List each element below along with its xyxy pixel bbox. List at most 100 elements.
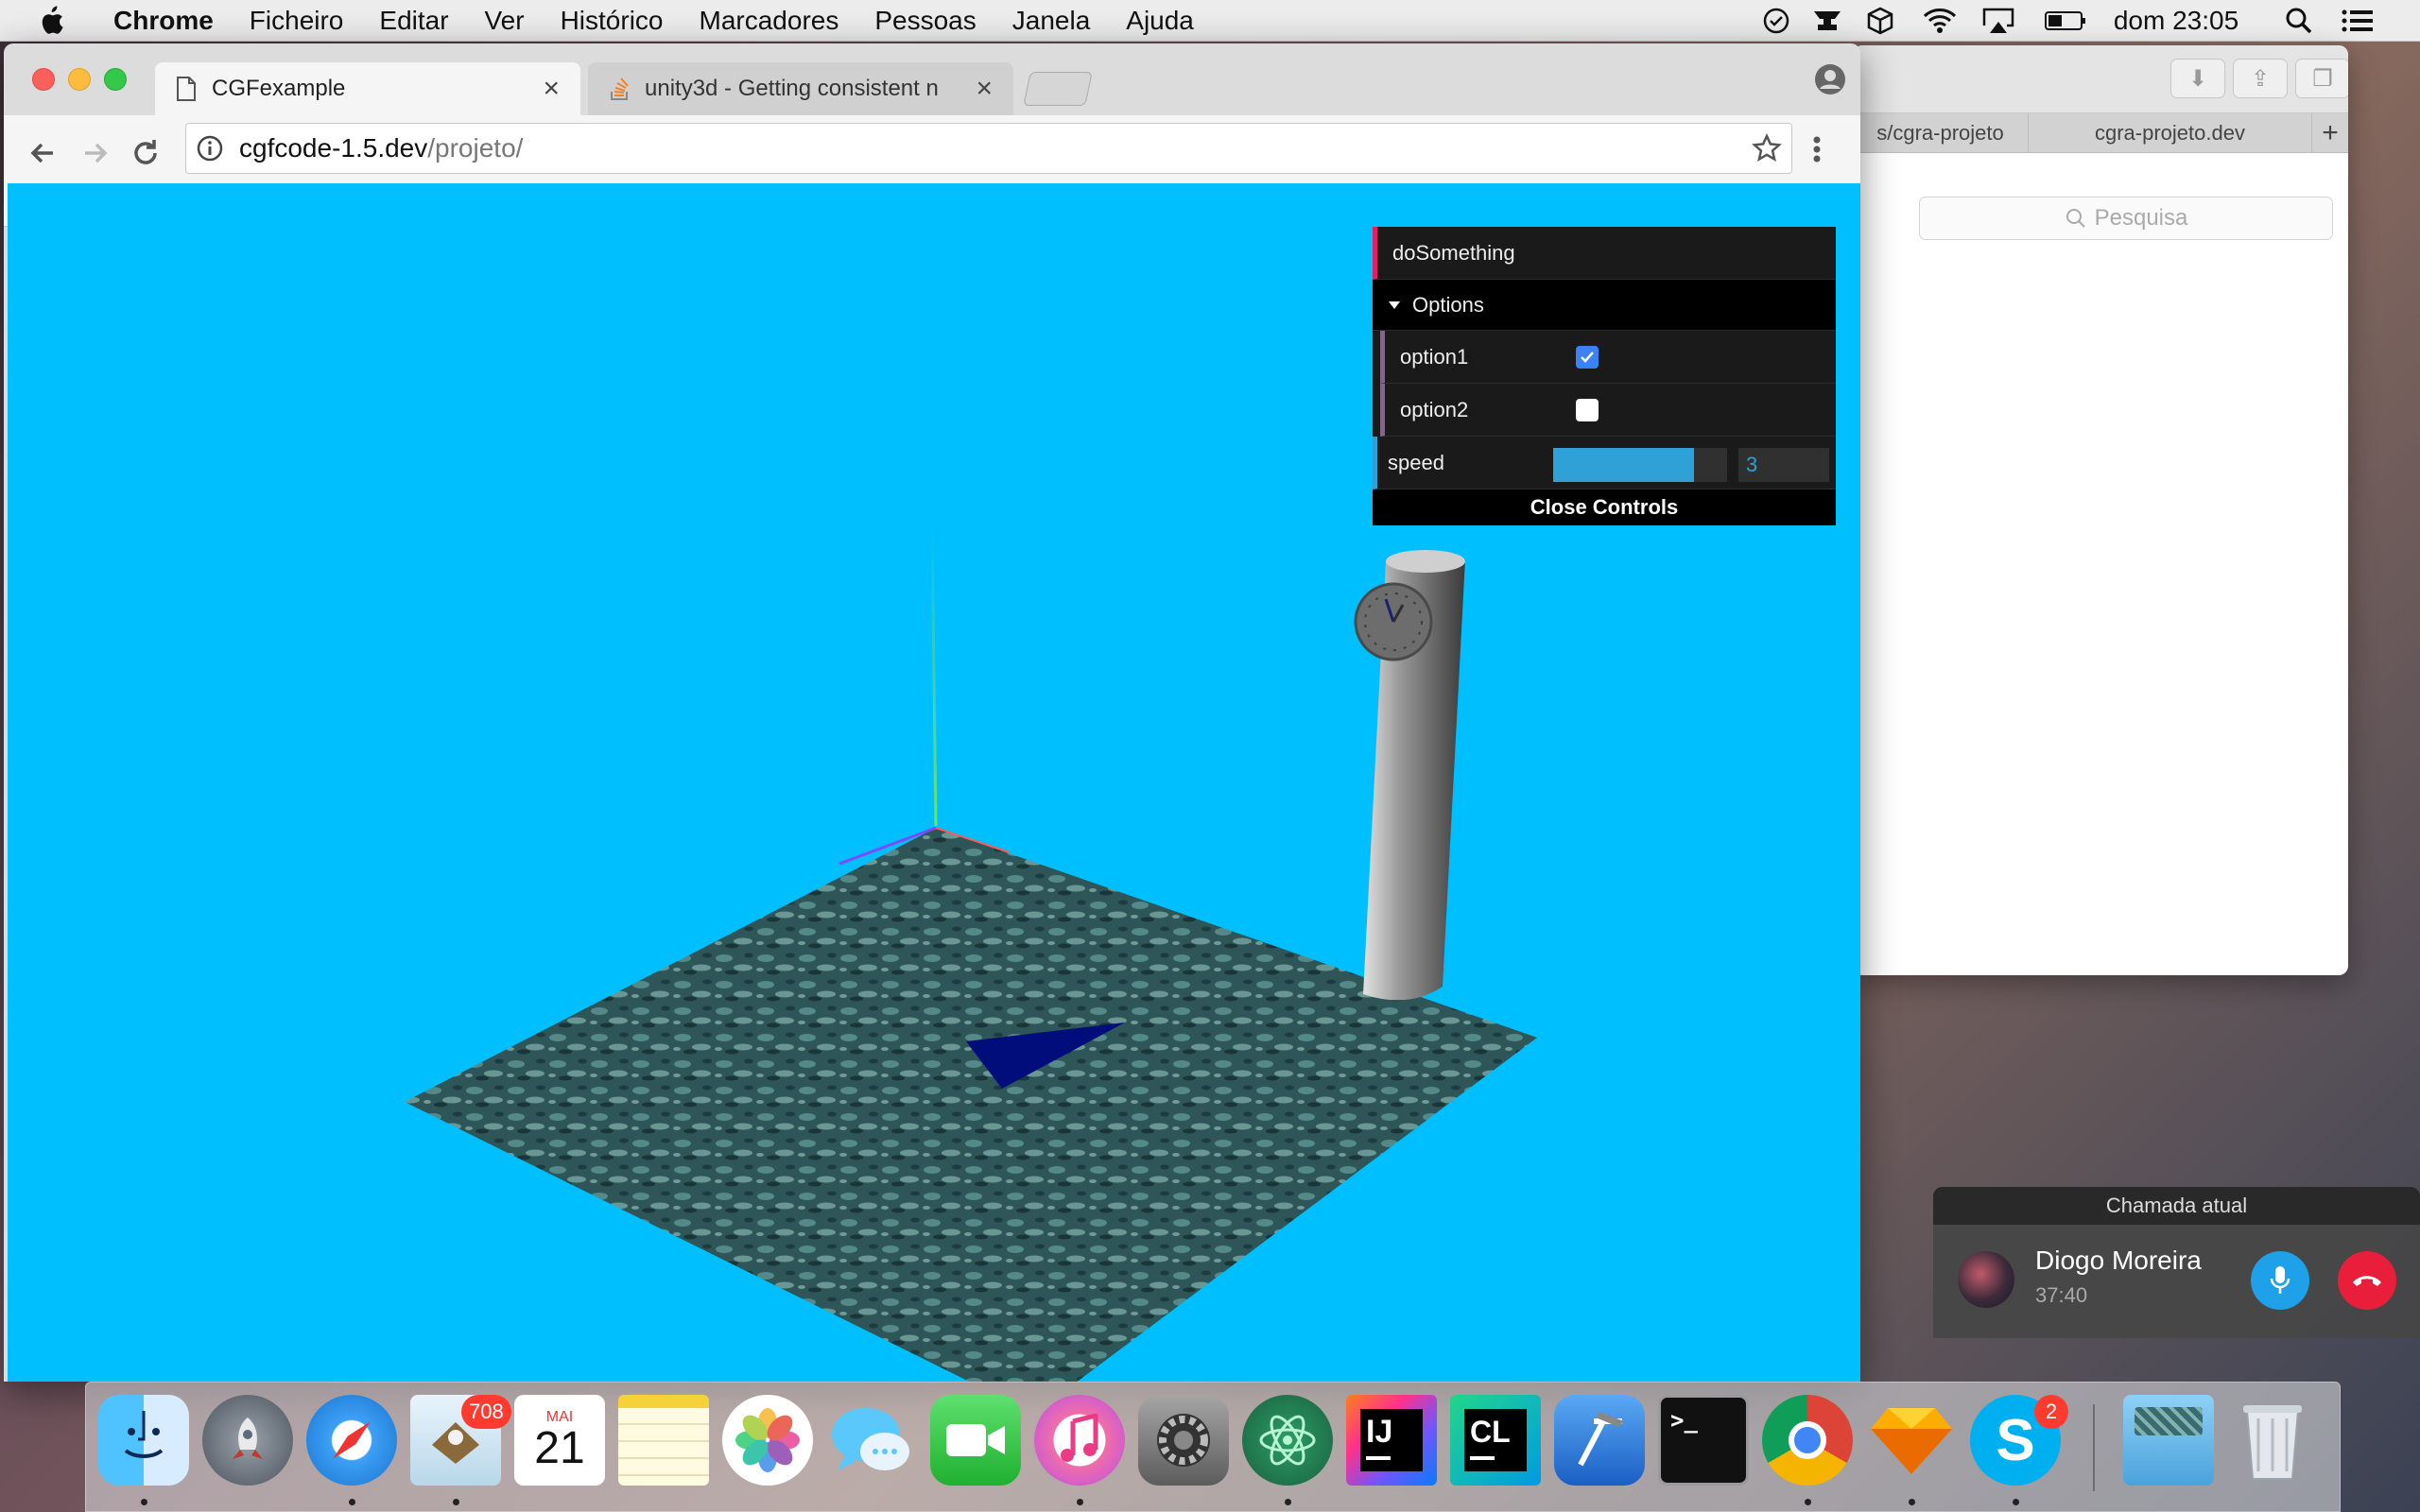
menu-ficheiro[interactable]: Ficheiro: [250, 6, 344, 36]
anvil-icon[interactable]: [1811, 0, 1843, 42]
calendar-icon[interactable]: MAI 21: [514, 1395, 605, 1486]
tab-title: unity3d - Getting consistent n: [645, 76, 939, 101]
reload-icon[interactable]: [125, 132, 166, 174]
dock-separator: [2093, 1404, 2095, 1491]
box-icon[interactable]: [1864, 0, 1896, 42]
background-window-toolbar: ⬇ ⇪ ❐: [1853, 45, 2348, 113]
back-icon[interactable]: [23, 132, 64, 174]
tab-close-button[interactable]: ×: [976, 73, 993, 105]
options-folder-title: Options: [1388, 293, 1484, 318]
clock[interactable]: dom 23:05: [2110, 0, 2242, 42]
downloads-folder-icon[interactable]: [2123, 1395, 2214, 1486]
menu-editar[interactable]: Editar: [379, 6, 448, 36]
app-menu[interactable]: Chrome: [113, 6, 214, 36]
checkmark-icon: [1581, 352, 1594, 363]
tab-cgfexample[interactable]: CGFexample ×: [155, 62, 580, 115]
finder-running-dot: [141, 1499, 147, 1505]
new-tab-button[interactable]: +: [2312, 113, 2348, 153]
search-icon: [2066, 209, 2085, 228]
menu-marcadores[interactable]: Marcadores: [700, 6, 839, 36]
facetime-icon[interactable]: [930, 1395, 1021, 1486]
xcode-icon[interactable]: [1554, 1395, 1645, 1486]
background-tab-2[interactable]: cgra-projeto.dev: [2029, 113, 2312, 153]
photos-icon[interactable]: [722, 1395, 813, 1486]
zoom-window-button[interactable]: [104, 68, 127, 91]
option1-checkbox[interactable]: [1576, 346, 1599, 369]
forward-icon[interactable]: [74, 132, 115, 174]
apple-icon[interactable]: [38, 5, 64, 36]
microphone-button[interactable]: [2251, 1251, 2309, 1310]
chrome-icon-center: [1789, 1421, 1826, 1459]
close-controls-button[interactable]: Close Controls: [1373, 490, 1836, 525]
tab-close-button[interactable]: ×: [543, 73, 560, 105]
wifi-icon[interactable]: [1919, 0, 1961, 42]
task-check-icon[interactable]: [1760, 0, 1792, 42]
info-icon[interactable]: [196, 134, 224, 163]
terminal-prompt: >_: [1670, 1407, 1698, 1434]
y-axis-line: [930, 523, 938, 827]
trash-icon[interactable]: [2227, 1395, 2318, 1486]
notes-icon[interactable]: [618, 1395, 709, 1486]
terminal-icon[interactable]: >_: [1658, 1395, 1749, 1486]
share-icon[interactable]: ⇪: [2233, 59, 2288, 98]
menu-historico[interactable]: Histórico: [561, 6, 664, 36]
clion-icon[interactable]: CL: [1450, 1395, 1541, 1486]
atom-icon[interactable]: [1242, 1395, 1333, 1486]
itunes-icon[interactable]: [1034, 1395, 1125, 1486]
menu-ver[interactable]: Ver: [485, 6, 525, 36]
url-path: /projeto/: [427, 133, 524, 163]
chrome-running-dot: [1805, 1499, 1811, 1505]
sketch-icon[interactable]: [1866, 1395, 1957, 1486]
downloads-icon[interactable]: ⬇: [2170, 59, 2225, 98]
speed-slider[interactable]: [1553, 448, 1727, 482]
intellij-icon[interactable]: IJ: [1346, 1395, 1437, 1486]
skype-badge: 2: [2034, 1395, 2068, 1429]
triangle-down-icon: [1389, 301, 1400, 309]
spotlight-search-icon[interactable]: [2280, 0, 2318, 42]
clion-label: CL: [1470, 1415, 1511, 1449]
options-label: Options: [1412, 292, 1484, 317]
safari-icon[interactable]: [306, 1395, 397, 1486]
background-browser-window[interactable]: ⬇ ⇪ ❐ s/cgra-projeto cgra-projeto.dev + …: [1853, 45, 2348, 975]
battery-icon[interactable]: [2042, 0, 2089, 42]
tab-overview-icon[interactable]: ❐: [2295, 59, 2348, 98]
clock-face: [1354, 582, 1433, 662]
background-window-tabs: s/cgra-projeto cgra-projeto.dev +: [1853, 113, 2348, 153]
option2-checkbox[interactable]: [1576, 399, 1599, 421]
system-preferences-icon[interactable]: [1138, 1395, 1229, 1486]
messages-icon[interactable]: [826, 1395, 917, 1486]
background-search-field[interactable]: Pesquisa: [1919, 197, 2333, 240]
chrome-icon[interactable]: [1762, 1395, 1853, 1486]
mail-unread-badge: 708: [461, 1395, 511, 1429]
options-folder-toggle[interactable]: Options: [1373, 280, 1836, 331]
finder-icon[interactable]: [98, 1395, 189, 1486]
address-bar[interactable]: cgfcode-1.5.dev/projeto/: [185, 123, 1792, 174]
call-header: Chamada atual: [1933, 1187, 2420, 1225]
page-icon: [177, 77, 196, 101]
notification-center-icon[interactable]: [2339, 0, 2377, 42]
tab-title: CGFexample: [212, 76, 346, 101]
tab-unity3d[interactable]: unity3d - Getting consistent n ×: [588, 62, 1013, 115]
option2-label: option2: [1400, 397, 1469, 421]
do-something-button[interactable]: doSomething: [1373, 227, 1836, 280]
calendar-day: 21: [534, 1423, 585, 1473]
launchpad-icon[interactable]: [202, 1395, 293, 1486]
new-tab-button[interactable]: [1023, 72, 1093, 106]
speed-value-input[interactable]: 3: [1738, 448, 1829, 482]
background-tab-1[interactable]: s/cgra-projeto: [1853, 113, 2029, 153]
hang-up-button[interactable]: [2338, 1251, 2396, 1310]
intellij-underline: [1366, 1456, 1391, 1460]
minimize-window-button[interactable]: [68, 68, 91, 91]
menu-janela[interactable]: Janela: [1012, 6, 1091, 36]
chrome-menu-icon[interactable]: [1807, 129, 1826, 170]
bookmark-star-icon[interactable]: [1752, 133, 1782, 163]
call-widget: Chamada atual Diogo Moreira 37:40: [1933, 1187, 2420, 1338]
close-window-button[interactable]: [32, 68, 55, 91]
folder-preview: [2135, 1407, 2203, 1435]
intellij-label: IJ: [1366, 1414, 1393, 1450]
menu-ajuda[interactable]: Ajuda: [1126, 6, 1194, 36]
menu-pessoas[interactable]: Pessoas: [874, 6, 976, 36]
airplay-icon[interactable]: [1978, 0, 2019, 42]
do-something-label: doSomething: [1392, 240, 1515, 265]
profile-icon[interactable]: [1813, 62, 1847, 96]
